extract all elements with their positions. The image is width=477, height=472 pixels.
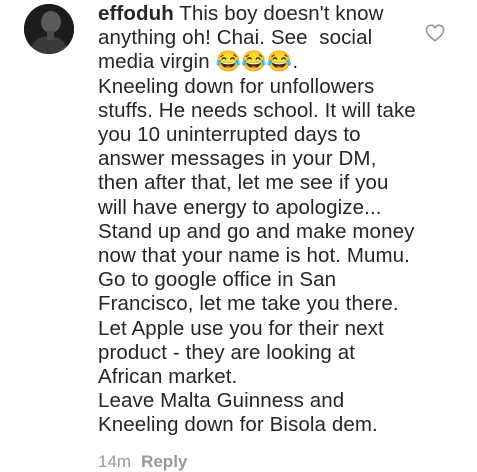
heart-outline-icon[interactable] — [425, 24, 445, 42]
comment-item: effoduh This boy doesn't know anything o… — [0, 0, 477, 472]
comment-username[interactable]: effoduh — [98, 2, 174, 25]
comment-meta: 14m Reply — [98, 452, 187, 472]
comment-timestamp: 14m — [98, 452, 132, 471]
comment-body: effoduh This boy doesn't know anything o… — [98, 2, 416, 438]
reply-button[interactable]: Reply — [141, 452, 187, 472]
avatar[interactable] — [24, 4, 74, 54]
comment-text: This boy doesn't know anything oh! Chai.… — [98, 2, 416, 437]
